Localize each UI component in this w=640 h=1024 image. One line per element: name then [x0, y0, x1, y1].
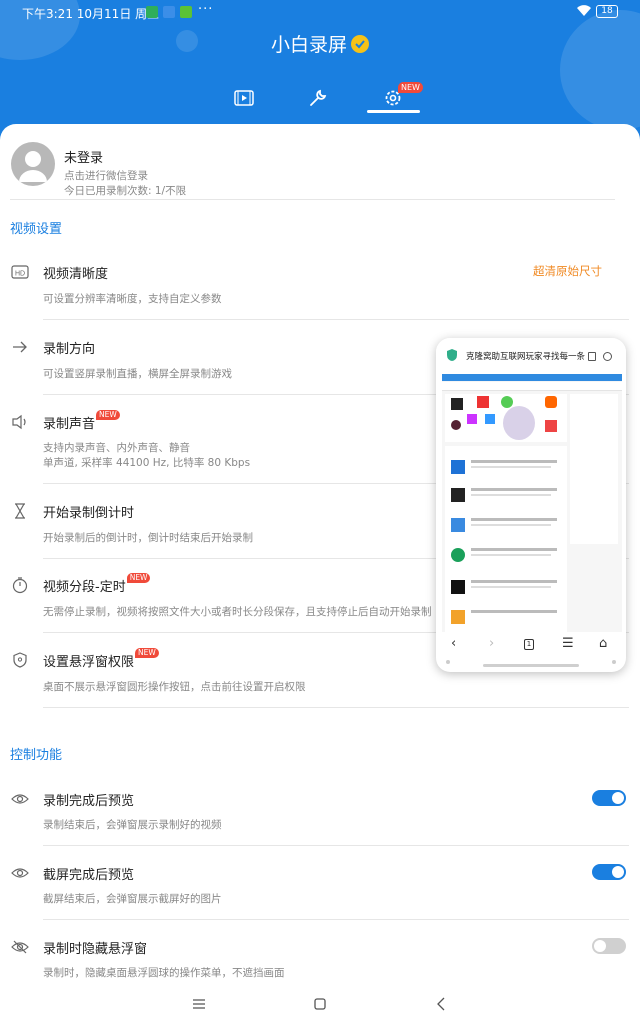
speaker-icon [12, 414, 26, 430]
setting-hide-overlay[interactable]: 录制时隐藏悬浮窗 录制时，隐藏桌面悬浮圆球的操作菜单，不遮挡画面 [0, 938, 630, 982]
app-title: 小白录屏 [0, 30, 640, 57]
setting-title: 录制方向 [43, 342, 96, 357]
verified-icon [351, 34, 369, 53]
pip-article-list [445, 446, 567, 632]
active-tab-indicator [367, 110, 420, 113]
pip-browser-nav: ‹ › 1 ☰ ⌂ [436, 634, 626, 658]
hd-icon: HD [11, 265, 29, 279]
setting-desc: 录制结束后，会弹窗展示录制好的视频 [43, 819, 222, 831]
eye-icon [11, 794, 29, 804]
divider [43, 707, 629, 708]
setting-title: 录制时隐藏悬浮窗 [43, 942, 148, 957]
new-badge: NEW [96, 410, 120, 420]
pip-page-title: 克隆窝助互联网玩家寻找每一条 [466, 352, 586, 362]
setting-desc: 截屏结束后，会弹窗展示截屏好的图片 [43, 893, 222, 905]
new-badge: NEW [398, 82, 423, 93]
divider [43, 919, 629, 920]
pip-resize-dot [446, 660, 450, 664]
setting-title: 截屏完成后预览 [43, 868, 135, 883]
setting-title: 开始录制倒计时 [43, 506, 135, 521]
download-app-icon [180, 6, 192, 18]
divider [43, 845, 629, 846]
setting-title: 录制声音NEW [43, 410, 120, 432]
setting-title: 视频分段-定时NEW [43, 573, 151, 595]
menu-icon [193, 999, 205, 1009]
pip-menu-icon[interactable]: ☰ [562, 636, 574, 651]
divider [43, 319, 629, 320]
tab-video[interactable] [218, 78, 270, 118]
eye-icon [11, 868, 29, 878]
arrow-right-icon [13, 341, 27, 353]
tab-bar [0, 78, 640, 118]
setting-video-quality[interactable]: HD 视频清晰度 超清原始尺寸 可设置分辨率清晰度，支持自定义参数 [0, 263, 630, 321]
section-control: 控制功能 [10, 748, 63, 763]
pip-tabs-icon[interactable]: 1 [524, 639, 534, 650]
audio-params: 单声道, 采样率 44100 Hz, 比特率 80 Kbps [43, 457, 251, 469]
wrench-icon [310, 89, 327, 106]
more-status-icon: ··· [198, 2, 214, 17]
avatar[interactable] [11, 142, 55, 186]
pip-back-icon[interactable]: ‹ [451, 636, 456, 651]
section-video-settings: 视频设置 [10, 222, 63, 237]
status-time: 下午3:21 10月11日 周三 [22, 7, 160, 21]
quality-value[interactable]: 超清原始尺寸 [533, 263, 602, 279]
usage-count: 今日已用录制次数: 1/不限 [64, 185, 187, 197]
shield-app-icon [146, 6, 158, 18]
login-hint: 点击进行微信登录 [64, 170, 148, 182]
user-icon [19, 151, 47, 182]
new-badge: NEW [135, 648, 159, 658]
new-badge: NEW [126, 573, 151, 583]
user-name: 未登录 [64, 151, 104, 166]
nav-menu-button[interactable] [187, 992, 211, 1016]
pip-copy-icon[interactable] [588, 352, 596, 361]
setting-title: 录制完成后预览 [43, 794, 135, 809]
site-shield-icon [447, 349, 457, 361]
pip-hero-banner [445, 394, 567, 442]
hourglass-icon [15, 503, 25, 519]
status-bar: 下午3:21 10月11日 周三 ··· 18 [0, 0, 640, 24]
setting-desc: 支持内录声音、内外声音、静音 [43, 442, 190, 454]
setting-desc: 无需停止录制，视频将按照文件大小或者时长分段保存，且支持停止后自动开始录制 [43, 606, 432, 618]
nav-back-button[interactable] [429, 992, 453, 1016]
back-icon [437, 997, 445, 1011]
stopwatch-icon [12, 577, 28, 594]
floating-preview-window[interactable]: 克隆窝助互联网玩家寻找每一条 ‹ › 1 ☰ ⌂ [436, 338, 626, 672]
system-nav-bar [0, 984, 640, 1024]
setting-desc: 开始录制后的倒计时，倒计时结束后开始录制 [43, 532, 253, 544]
pip-site-nav [442, 382, 622, 391]
pip-resize-dot [612, 660, 616, 664]
home-square-icon [314, 998, 326, 1010]
setting-title: 视频清晰度 [43, 267, 109, 282]
setting-title: 设置悬浮窗权限NEW [43, 648, 159, 670]
setting-preview-after-record[interactable]: 录制完成后预览 录制结束后，会弹窗展示录制好的视频 [0, 790, 630, 848]
toggle-switch[interactable] [592, 790, 626, 806]
pip-titlebar: 克隆窝助互联网玩家寻找每一条 [436, 338, 626, 374]
toggle-switch[interactable] [592, 864, 626, 880]
user-login-row[interactable]: 未登录 点击进行微信登录 今日已用录制次数: 1/不限 [10, 140, 615, 200]
setting-preview-after-screenshot[interactable]: 截屏完成后预览 截屏结束后，会弹窗展示截屏好的图片 [0, 864, 630, 922]
toggle-switch[interactable] [592, 938, 626, 954]
pip-home-icon[interactable]: ⌂ [599, 636, 607, 651]
video-icon [234, 90, 254, 106]
tab-tools[interactable] [292, 78, 344, 118]
svg-text:HD: HD [15, 271, 25, 278]
setting-desc: 桌面不展示悬浮窗圆形操作按钮，点击前往设置开启权限 [43, 681, 306, 693]
pip-webpage-content [442, 374, 622, 632]
pip-side-panel [570, 394, 618, 544]
pip-drag-handle[interactable] [483, 664, 579, 667]
pip-forward-icon[interactable]: › [489, 636, 494, 651]
wifi-icon [577, 5, 591, 16]
shield-icon [13, 652, 27, 668]
eye-off-icon [11, 940, 29, 954]
nav-home-button[interactable] [308, 992, 332, 1016]
battery-icon: 18 [596, 5, 618, 18]
app-header: 下午3:21 10月11日 周三 ··· 18 小白录屏 NEW [0, 0, 640, 140]
gallery-app-icon [163, 6, 175, 18]
pip-site-banner [442, 374, 622, 381]
pip-refresh-icon[interactable] [603, 352, 612, 361]
setting-desc: 可设置竖屏录制直播，横屏全屏录制游戏 [43, 368, 232, 380]
setting-desc: 录制时，隐藏桌面悬浮圆球的操作菜单，不遮挡画面 [43, 967, 285, 979]
setting-desc: 可设置分辨率清晰度，支持自定义参数 [43, 293, 222, 305]
